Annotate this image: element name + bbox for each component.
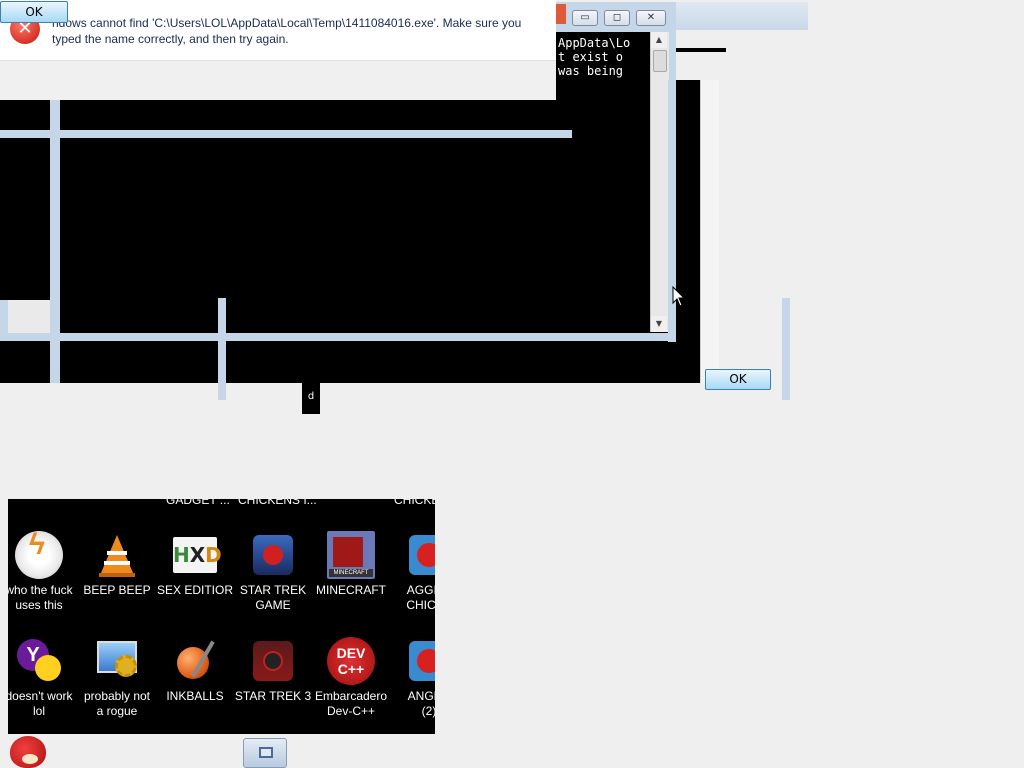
scroll-down-button[interactable]: ▼ (651, 316, 667, 332)
desktop-icon-rogue[interactable]: probably not a rogue (78, 637, 156, 719)
minecraft-icon: MINECRAFT (327, 531, 375, 579)
desktop-icon-label: AGGITA (406, 583, 435, 597)
desktop-icon-label: who the fuck (8, 583, 73, 597)
desktop-icon-anger[interactable]: ANGER (2) (390, 637, 435, 719)
dialog-footer (0, 60, 556, 101)
dialog-fragment (700, 80, 719, 383)
desktop-icon-label: STAR TREK 3 (234, 689, 312, 703)
desktop-icon-label: SEX EDITIOR (156, 583, 233, 597)
desktop-icon-aggita[interactable]: AGGITA CHICKE (390, 531, 435, 613)
window-fragment (0, 300, 50, 333)
star-wars-game-icon (253, 641, 293, 681)
start-button[interactable] (6, 732, 50, 768)
inkball-icon (171, 637, 219, 685)
desktop-icon-inkball[interactable]: INKBALLS (156, 637, 234, 704)
window-border-fragment (0, 130, 572, 138)
maximize-button[interactable]: ◻ (604, 10, 630, 26)
mouse-cursor-icon (672, 286, 686, 307)
small-label: d (302, 383, 320, 414)
desktop-icon-label: probably not (83, 689, 151, 703)
desktop-icon-label: (2) (421, 704, 435, 718)
computer-gears-icon (93, 637, 141, 685)
desktop-icon-label: BEEP BEEP (83, 583, 151, 597)
console-line: t exist o (558, 50, 624, 64)
window-border-fragment (782, 298, 790, 400)
error-message-line1: ndows cannot find 'C:\Users\LOL\AppData\… (52, 16, 522, 30)
console-text-area: AppData\Lo t exist o was being (556, 32, 654, 80)
window-titlebar-fragment (676, 2, 808, 30)
minimize-button[interactable]: ▭ (572, 10, 598, 26)
desktop-icon-label: lol (32, 704, 45, 718)
desktop-icon-label: uses this (15, 598, 63, 612)
desktop-icon-label: MINECRAFT (316, 583, 386, 597)
desktop-icon-label: CHICKENS I... (238, 499, 317, 507)
yahoo-messenger-icon: Y (15, 637, 63, 685)
taskbar-window-button[interactable] (243, 738, 287, 768)
desktop-icon-minecraft[interactable]: MINECRAFT MINECRAFT (312, 531, 390, 598)
hxd-icon: HXD (173, 537, 222, 573)
window-border-fragment (218, 298, 226, 400)
winamp-icon: ϟ (15, 530, 63, 579)
console-scrollbar[interactable]: ▲ ▼ (650, 32, 669, 332)
error-dialog: ✕ ndows cannot find 'C:\Users\LOL\AppDat… (0, 0, 556, 101)
desktop-icon-star-trek-game[interactable]: STAR TREK GAME (234, 531, 312, 613)
angry-birds-icon (409, 535, 435, 575)
angry-birds-star-wars-icon (253, 535, 293, 575)
angry-bird-start-icon (10, 736, 46, 768)
desktop-icon-star-trek-3[interactable]: STAR TREK 3 (234, 637, 312, 704)
console-line: AppData\Lo (558, 36, 631, 50)
desktop-icon-yahoo[interactable]: Y doesn't work lol (8, 637, 78, 719)
vlc-cone-icon (99, 535, 135, 577)
scroll-thumb[interactable] (653, 50, 667, 72)
desktop-icon-hxd[interactable]: HXD SEX EDITIOR (156, 531, 234, 598)
desktop-icon-label: GADGET ... (166, 499, 230, 507)
desktop-icon-label: Dev-C++ (326, 704, 376, 718)
desktop-icon-label: STAR TREK (239, 583, 307, 597)
console-background-top (556, 80, 700, 100)
desktop-icon-label: INKBALLS (166, 689, 224, 703)
desktop-icon-label: CHICKE (406, 598, 435, 612)
artifact-line (676, 48, 726, 52)
desktop-icon-label: a rogue (96, 704, 138, 718)
ok-button[interactable]: OK (705, 369, 771, 390)
desktop-icon-vlc[interactable]: BEEP BEEP (78, 531, 156, 598)
desktop-icon-winamp[interactable]: ϟ who the fuck uses this (8, 530, 78, 613)
desktop-icon-label: ANGER (407, 689, 435, 703)
window-border-fragment (0, 333, 676, 341)
desktop-icon-label: GAME (255, 598, 291, 612)
desktop-icon-label: Embarcadero (314, 689, 388, 703)
desktop-icon-label: CHICKE (394, 499, 435, 507)
dev-cpp-icon: DEV C++ (327, 637, 375, 685)
desktop-icon-devcpp[interactable]: DEV C++ Embarcadero Dev-C++ (312, 637, 390, 719)
window-icon (259, 747, 273, 758)
desktop-icon-label: doesn't work (8, 689, 73, 703)
console-line: was being (558, 64, 624, 78)
desktop-icons-area: GADGET ... CHICKENS I... CHICKE ϟ who th… (8, 499, 435, 734)
angry-birds-icon (409, 641, 435, 681)
ok-button[interactable]: OK (0, 1, 68, 23)
scroll-up-button[interactable]: ▲ (651, 32, 667, 48)
close-button[interactable]: ✕ (636, 10, 666, 26)
error-message-line2: typed the name correctly, and then try a… (52, 32, 289, 46)
